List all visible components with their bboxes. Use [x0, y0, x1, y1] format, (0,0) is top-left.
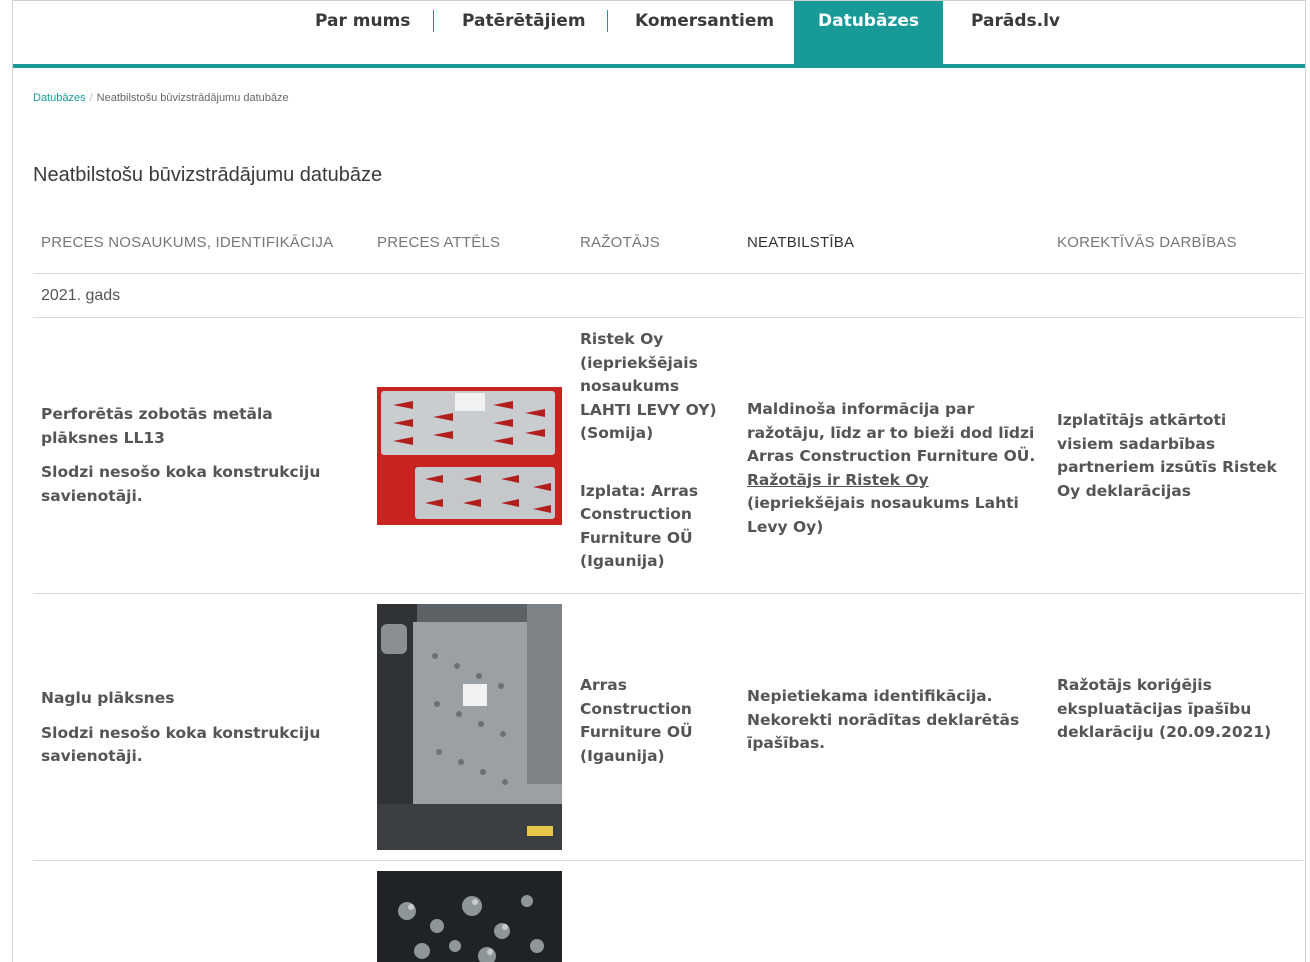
nav-item-pateretajiem[interactable]: Patērētājiem — [462, 1, 586, 64]
breadcrumb-separator: / — [89, 92, 93, 104]
nonconformity-cell: Maldinoša informācija par ražotāju, līdz… — [747, 398, 1039, 539]
actions-cell: Ražotājs koriģējis ekspluatācijas īpašīb… — [1057, 676, 1272, 741]
product-type: Slodzi nesošo koka konstrukciju savienot… — [41, 723, 321, 766]
product-image[interactable] — [377, 387, 562, 525]
product-image[interactable] — [377, 871, 562, 962]
product-type: Slodzi nesošo koka konstrukciju savienot… — [41, 463, 321, 505]
header-image: PRECES ATTĒLS — [377, 234, 501, 251]
nonconformity-cell: Nepietiekama identifikācija. Nekorekti n… — [747, 687, 1020, 752]
table-row: Naglu plāksnes Slodzi nesošo koka konstr… — [33, 594, 1303, 861]
perforated-plates-photo — [377, 387, 562, 525]
year-group-row: 2021. gads — [33, 274, 1303, 318]
nav-separator — [433, 10, 434, 32]
product-name: Naglu plāksnes — [41, 689, 175, 707]
nav-item-par-mums[interactable]: Par mums — [315, 1, 410, 64]
page-frame: Par mums Patērētājiem Komersantiem Datub… — [12, 0, 1306, 962]
manufacturer-name: Ristek Oy (iepriekšējais nosaukums LAHTI… — [580, 330, 717, 442]
manufacturer-cell: Arras Construction Furniture OÜ (Igaunij… — [580, 676, 693, 765]
manufacturer-cell: Ristek Oy (iepriekšējais nosaukums LAHTI… — [580, 328, 720, 574]
nav-item-komersantiem[interactable]: Komersantiem — [635, 1, 774, 64]
header-manufacturer: RAŽOTĀJS — [580, 234, 660, 251]
actions-cell: Izplatītājs atkārtoti visiem sadarbības … — [1057, 411, 1277, 500]
year-group-label: 2021. gads — [41, 287, 121, 304]
table-row: Perforētās zobotās metāla plāksnes LL13 … — [33, 318, 1303, 594]
top-navigation: Par mums Patērētājiem Komersantiem Datub… — [13, 0, 1305, 68]
nav-item-datubazes[interactable]: Datubāzes — [794, 1, 943, 64]
breadcrumb: Datubāzes / Neatbilstošu būvizstrādājumu d… — [33, 92, 289, 104]
nonconforming-products-table: PRECES NOSAUKUMS, IDENTIFIKĀCIJA PRECES … — [33, 222, 1303, 962]
page-title: Neatbilstošu būvizstrādājumu datubāze — [33, 164, 383, 186]
header-nonconformity: NEATBILSTĪBA — [747, 234, 855, 251]
fasteners-photo — [377, 871, 562, 962]
product-cell: Perforētās zobotās metāla plāksnes LL13 … — [41, 403, 351, 508]
breadcrumb-current: Neatbilstošu būvizstrādājumu datubāze — [96, 92, 289, 104]
table-row — [33, 861, 1303, 962]
distributor-name: Izplata: Arras Construction Furniture OÜ… — [580, 481, 699, 571]
nonconformity-text-2: (iepriekšējais nosaukums Lahti Levy Oy) — [747, 494, 1019, 536]
nav-separator — [607, 10, 608, 32]
table-header: PRECES NOSAUKUMS, IDENTIFIKĀCIJA PRECES … — [33, 222, 1303, 274]
product-image[interactable] — [377, 604, 562, 850]
nonconformity-text: Maldinoša informācija par ražotāju, līdz… — [747, 400, 1036, 465]
manufacturer-link[interactable]: Ražotājs ir Ristek Oy — [747, 471, 929, 489]
nail-plates-photo — [377, 604, 562, 850]
nav-item-parads-lv[interactable]: Parāds.lv — [971, 1, 1060, 64]
header-product: PRECES NOSAUKUMS, IDENTIFIKĀCIJA — [41, 234, 334, 251]
header-actions: KOREKTĪVĀS DARBĪBAS — [1057, 234, 1237, 251]
breadcrumb-link-datubazes[interactable]: Datubāzes — [33, 92, 86, 104]
product-cell: Naglu plāksnes Slodzi nesošo koka konstr… — [41, 687, 351, 769]
product-name: Perforētās zobotās metāla plāksnes LL13 — [41, 405, 273, 447]
